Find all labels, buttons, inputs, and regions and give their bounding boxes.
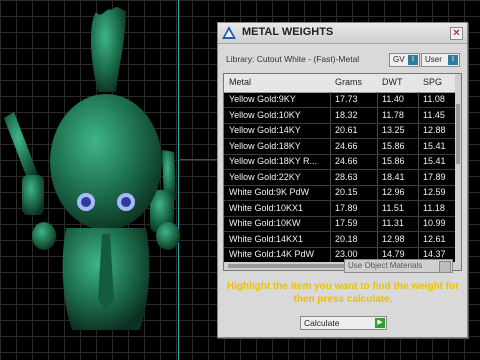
table-cell: 11.78 [382, 109, 404, 120]
table-cell: 12.96 [382, 187, 405, 197]
table-row[interactable]: Yellow Gold:9KY 17.73 11.40 11.08 [224, 92, 455, 108]
gv-toggle[interactable]: GV I [389, 53, 420, 67]
table-cell: White Gold:14K PdW [229, 249, 315, 259]
table-cell: 24.66 [335, 140, 358, 151]
table-cell: Yellow Gold:14KY [229, 125, 301, 135]
dialog-title: METAL WEIGHTS [242, 26, 334, 38]
play-icon: ▶ [375, 318, 385, 328]
column-header-spg[interactable]: SPG [423, 77, 442, 87]
table-row[interactable]: White Gold:14KX1 20.18 12.98 12.61 [224, 232, 455, 248]
table-row[interactable]: Yellow Gold:18KY R... 24.66 15.86 15.41 [224, 154, 455, 170]
table-row[interactable]: Yellow Gold:22KY 28.63 18.41 17.89 [224, 170, 455, 186]
table-cell: Yellow Gold:18KY R... [229, 156, 318, 166]
table-cell: 28.63 [335, 171, 358, 182]
use-object-materials-label: Use Object Materials [348, 261, 423, 270]
calculate-button[interactable]: Calculate ▶ [300, 316, 387, 330]
table-cell: 15.86 [382, 156, 405, 166]
table-cell: 10.99 [423, 218, 446, 228]
table-cell: 20.61 [335, 125, 358, 135]
table-cell: White Gold:14KX1 [229, 233, 304, 244]
table-cell: 15.86 [382, 140, 405, 151]
table-cell: 23.00 [335, 249, 358, 259]
table-cell: 12.61 [423, 233, 446, 244]
vertical-scrollbar[interactable] [455, 74, 461, 270]
table-cell: 11.40 [382, 94, 404, 104]
table-cell: 13.25 [382, 125, 405, 135]
table-cell: 14.79 [382, 249, 405, 259]
close-icon: ✕ [452, 28, 461, 39]
table-cell: 17.89 [423, 171, 446, 182]
table-cell: 14.37 [423, 249, 446, 259]
table-cell: 15.41 [423, 140, 446, 151]
table-cell: 11.51 [382, 202, 404, 213]
checkbox-box[interactable] [439, 261, 451, 273]
calculate-label: Calculate [304, 318, 340, 328]
user-toggle-state: I [448, 55, 458, 65]
horizontal-scroll-thumb[interactable] [228, 264, 358, 268]
column-header-dwt[interactable]: DWT [382, 77, 403, 87]
library-label: Library: Cutout White - (Fast)-Metal [226, 54, 360, 64]
column-header-grams[interactable]: Grams [335, 77, 362, 87]
table-cell: 18.41 [382, 171, 405, 182]
table-cell: 20.15 [335, 187, 358, 197]
table-cell: 11.45 [423, 109, 445, 120]
metal-weights-dialog: METAL WEIGHTS ✕ Library: Cutout White - … [217, 22, 468, 338]
table-row[interactable]: Yellow Gold:10KY 18.32 11.78 11.45 [224, 108, 455, 124]
table-row[interactable]: White Gold:10KW 17.59 11.31 10.99 [224, 216, 455, 232]
table-cell: 24.66 [335, 156, 358, 166]
table-cell: 17.89 [335, 202, 358, 213]
table-row[interactable]: Yellow Gold:14KY 20.61 13.25 12.88 [224, 123, 455, 139]
table-cell: 17.59 [335, 218, 358, 228]
table-cell: 17.73 [335, 94, 358, 104]
use-object-materials-checkbox[interactable]: Use Object Materials [344, 259, 453, 273]
table-cell: 18.32 [335, 109, 358, 120]
column-header-metal[interactable]: Metal [229, 77, 251, 87]
instructions-text: Highlight the item you want to find the … [226, 281, 460, 305]
table-cell: 15.41 [423, 156, 446, 166]
table-cell: White Gold:10KX1 [229, 202, 304, 213]
table-cell: Yellow Gold:9KY [229, 94, 296, 104]
dialog-titlebar[interactable]: METAL WEIGHTS ✕ [218, 23, 467, 44]
table-cell: 11.31 [382, 218, 404, 228]
user-toggle[interactable]: User I [421, 53, 460, 67]
table-cell: 11.18 [423, 202, 445, 213]
app-logo-icon [222, 26, 236, 39]
table-header: Metal Grams DWT SPG [224, 74, 455, 93]
table-cell: 20.18 [335, 233, 358, 244]
table-cell: Yellow Gold:18KY [229, 140, 301, 151]
gv-toggle-state: I [408, 55, 418, 65]
table-cell: 11.08 [423, 94, 445, 104]
table-cell: White Gold:9K PdW [229, 187, 310, 197]
metal-weights-table[interactable]: Metal Grams DWT SPG Yellow Gold:9KY 17.73… [223, 73, 462, 271]
table-cell: 12.88 [423, 125, 446, 135]
table-cell: White Gold:10KW [229, 218, 301, 228]
table-row[interactable]: White Gold:10KX1 17.89 11.51 11.18 [224, 201, 455, 217]
vertical-scroll-thumb[interactable] [456, 104, 460, 164]
gv-toggle-label: GV [393, 55, 405, 64]
table-cell: 12.98 [382, 233, 405, 244]
table-row[interactable]: Yellow Gold:18KY 24.66 15.86 15.41 [224, 139, 455, 155]
table-cell: 12.59 [423, 187, 446, 197]
figurine-model[interactable] [0, 0, 230, 360]
table-cell: Yellow Gold:22KY [229, 171, 301, 182]
table-row[interactable]: White Gold:9K PdW 20.15 12.96 12.59 [224, 185, 455, 201]
table-cell: Yellow Gold:10KY [229, 109, 301, 120]
close-button[interactable]: ✕ [450, 27, 463, 40]
user-toggle-label: User [425, 55, 442, 64]
